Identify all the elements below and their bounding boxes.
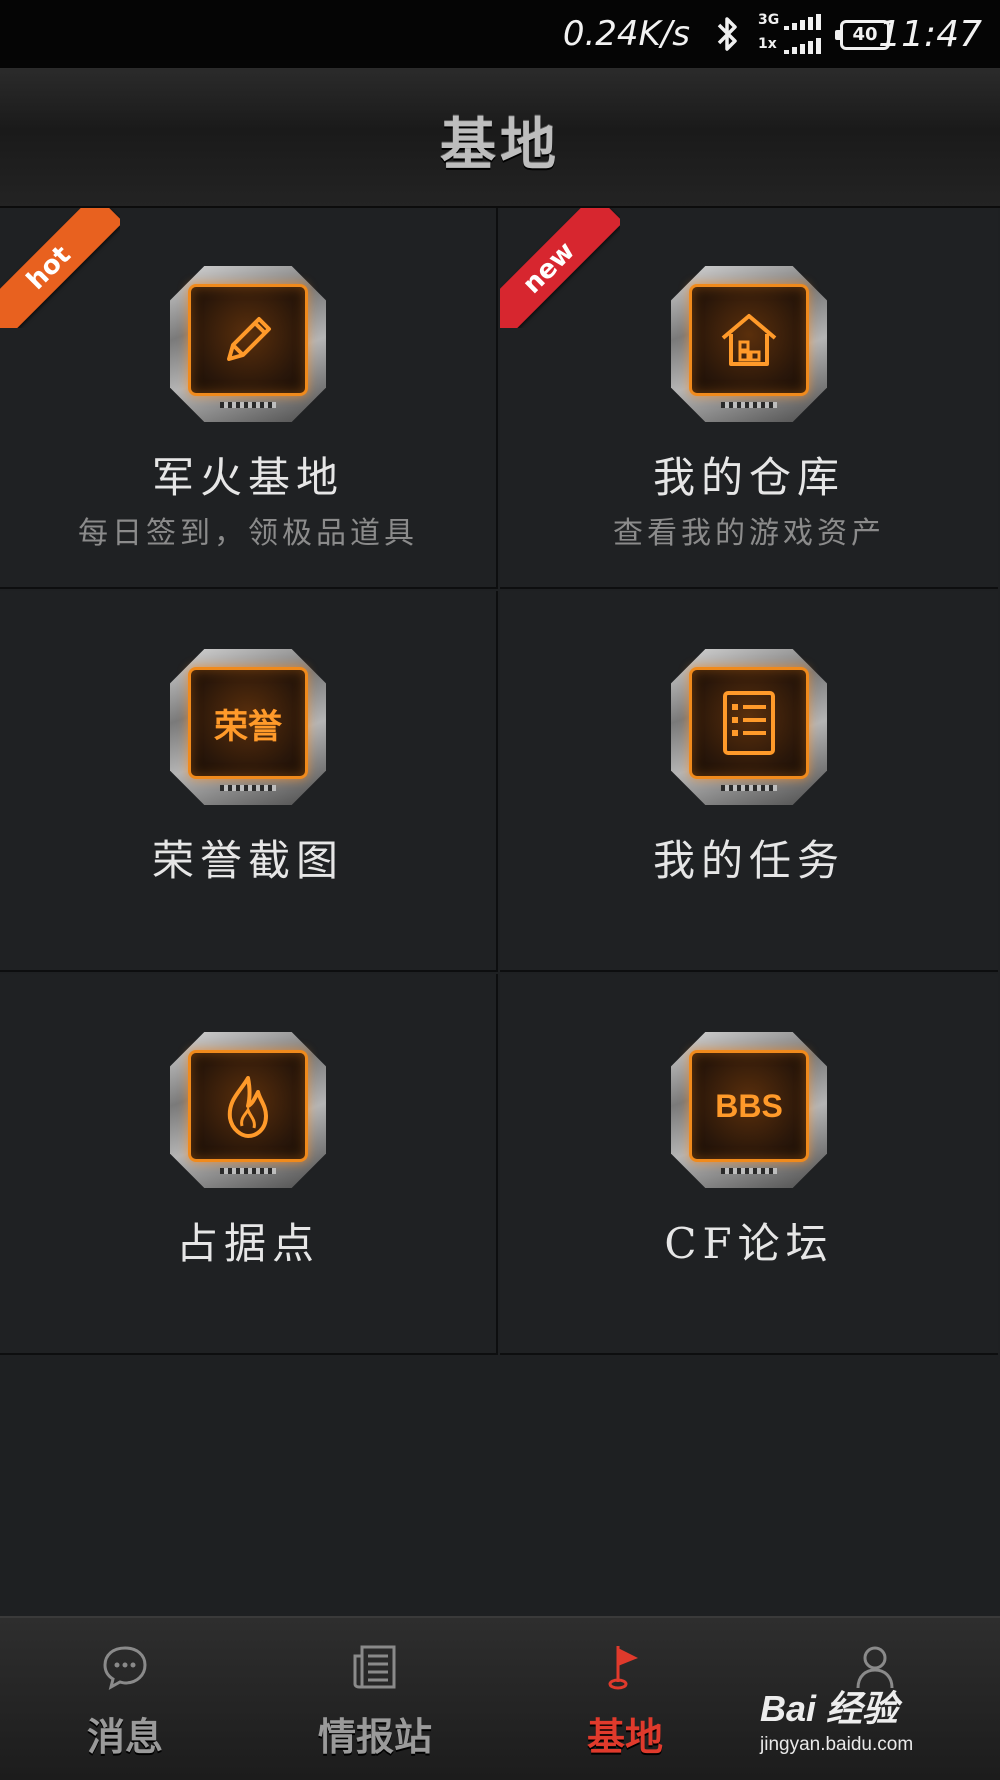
- nav-intel-station[interactable]: 情报站: [250, 1618, 500, 1780]
- chat-bubble-icon: [103, 1646, 147, 1690]
- pencil-icon: [170, 266, 326, 422]
- list-icon: [671, 649, 827, 805]
- app-header: 基地: [0, 68, 1000, 208]
- newspaper-icon: [353, 1645, 396, 1689]
- watermark-logo: Bai 经验: [760, 1688, 899, 1729]
- bbs-icon: BBS: [671, 1032, 827, 1188]
- new-badge: new: [500, 208, 620, 328]
- tile-title: CF论坛: [664, 1219, 834, 1268]
- bluetooth-icon: [717, 17, 737, 51]
- golf-flag-icon: [608, 1646, 638, 1690]
- tile-title: 军火基地: [151, 453, 344, 502]
- tile-capture-point[interactable]: 占据点: [0, 974, 498, 1355]
- nav-label: 消息: [86, 1715, 163, 1759]
- hot-badge: hot: [0, 208, 120, 328]
- tile-cf-forum[interactable]: BBS CF论坛: [500, 974, 998, 1355]
- tile-title: 占据点: [175, 1219, 320, 1268]
- tile-my-warehouse[interactable]: new 我的仓库 查看我的游戏资产: [500, 208, 998, 589]
- nav-messages[interactable]: 消息: [0, 1618, 250, 1780]
- nav-base[interactable]: 基地: [500, 1618, 750, 1780]
- clock: 11:47: [878, 14, 982, 55]
- house-icon: [671, 266, 827, 422]
- signal-icon: 3G 1x: [758, 10, 828, 58]
- tile-arms-base[interactable]: hot 军火基地 每日签到，领极品道具: [0, 208, 498, 589]
- flame-icon: [170, 1032, 326, 1188]
- baidu-watermark: Bai 经验 jingyan.baidu.com: [760, 1680, 970, 1756]
- network-type-bottom: 1x: [758, 36, 777, 52]
- tile-subtitle: 查看我的游戏资产: [613, 516, 885, 551]
- network-speed: 0.24K/s: [562, 14, 690, 54]
- honor-icon: 荣誉: [170, 649, 326, 805]
- feature-grid: hot 军火基地 每日签到，领极品道具 new 我的仓库 查看我的游戏资产 荣誉…: [0, 208, 1000, 1355]
- tile-title: 我的仓库: [652, 453, 845, 502]
- tile-subtitle: 每日签到，领极品道具: [78, 516, 418, 551]
- status-bar: 0.24K/s 3G 1x 40 11:47: [0, 0, 1000, 68]
- watermark-url: jingyan.baidu.com: [760, 1734, 914, 1755]
- tile-title: 我的任务: [652, 836, 845, 885]
- page-title: 基地: [440, 113, 560, 178]
- tile-title: 荣誉截图: [151, 836, 344, 885]
- nav-label: 基地: [586, 1715, 663, 1759]
- network-type-top: 3G: [758, 12, 780, 28]
- battery-level: 40: [852, 24, 878, 45]
- tile-honor-screenshot[interactable]: 荣誉 荣誉截图: [0, 591, 498, 972]
- tile-my-tasks[interactable]: 我的任务: [500, 591, 998, 972]
- nav-label: 情报站: [317, 1715, 432, 1759]
